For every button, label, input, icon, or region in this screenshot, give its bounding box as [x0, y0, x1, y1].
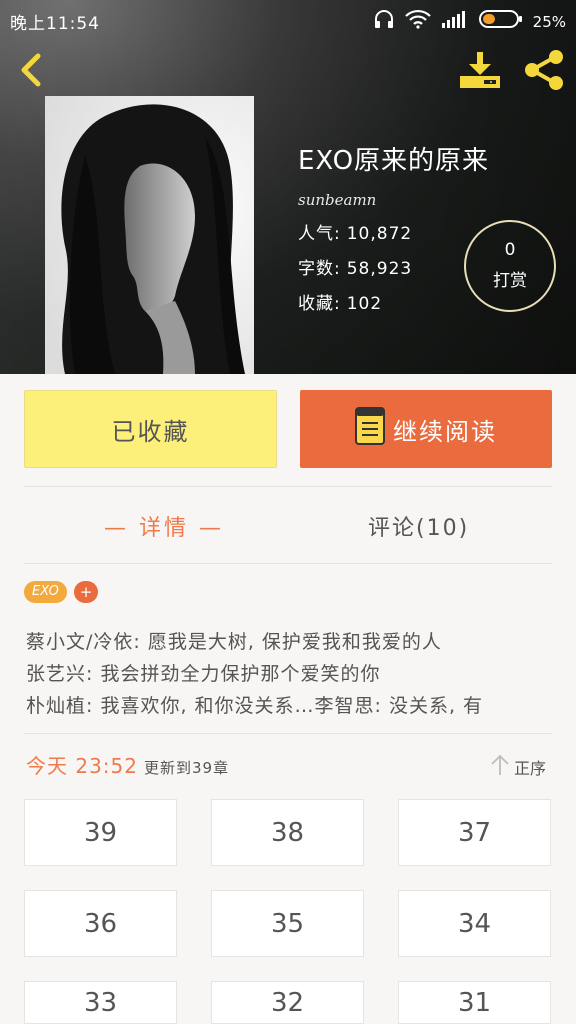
stat-popularity: 人气: 10,872 — [298, 219, 489, 244]
add-tag-button[interactable]: + — [74, 581, 98, 603]
update-time: 今天 23:52 — [26, 754, 138, 778]
stat-label: 人气: — [298, 224, 341, 244]
status-time: 晚上11:54 — [10, 14, 100, 34]
tab-detail[interactable]: — 详情 — — [104, 510, 224, 542]
chapter-button[interactable]: 31 — [398, 981, 551, 1024]
continue-reading-label: 继续阅读 — [393, 417, 497, 446]
chapter-button[interactable]: 39 — [24, 799, 177, 866]
chapter-button[interactable]: 34 — [398, 890, 551, 957]
share-button[interactable] — [522, 48, 566, 92]
update-info: 今天 23:52 更新到39章 — [26, 750, 229, 779]
book-cover-image — [45, 96, 254, 374]
download-button[interactable] — [458, 50, 502, 90]
tab-comments[interactable]: 评论(10) — [368, 510, 469, 542]
headphones-icon — [373, 8, 395, 35]
reward-button[interactable]: 0 打赏 — [464, 220, 556, 312]
chapter-button[interactable]: 38 — [211, 799, 364, 866]
reward-count: 0 — [504, 240, 516, 260]
battery-percent: 25% — [532, 12, 566, 31]
continue-reading-button[interactable]: 继续阅读 — [300, 390, 552, 468]
book-title: EXO原来的原来 — [298, 146, 490, 176]
wifi-icon — [404, 9, 431, 34]
sort-order-label: 正序 — [514, 759, 547, 778]
share-icon — [522, 50, 566, 96]
stat-value: 58,923 — [346, 259, 413, 279]
description-line: 朴灿植: 我喜欢你, 和你没关系…李智思: 没关系, 有 — [26, 695, 484, 717]
stat-label: 字数: — [298, 259, 341, 279]
book-description: 蔡小文/冷依: 愿我是大树, 保护爱我和我爱的人 张艺兴: 我会拼劲全力保护那个… — [26, 626, 556, 722]
stat-label: 收藏: — [298, 294, 341, 314]
divider — [24, 733, 552, 734]
reward-label: 打赏 — [493, 271, 527, 291]
stat-word-count: 字数: 58,923 — [298, 254, 489, 279]
stat-value: 10,872 — [346, 224, 413, 244]
status-bar: 晚上11:54 25% — [0, 0, 576, 40]
chapter-button[interactable]: 32 — [211, 981, 364, 1024]
back-button[interactable] — [14, 50, 54, 90]
book-icon — [355, 407, 385, 451]
battery-icon — [478, 9, 523, 34]
divider — [24, 486, 552, 487]
favorited-button[interactable]: 已收藏 — [24, 390, 277, 468]
chapter-button[interactable]: 36 — [24, 890, 177, 957]
stat-favorites: 收藏: 102 — [298, 289, 489, 314]
divider — [24, 563, 552, 564]
stat-value: 102 — [346, 294, 383, 314]
chapter-button[interactable]: 33 — [24, 981, 177, 1024]
chapter-button[interactable]: 35 — [211, 890, 364, 957]
sort-order-button[interactable]: 正序 — [490, 754, 546, 780]
description-line: 张艺兴: 我会拼劲全力保护那个爱笑的你 — [26, 663, 381, 685]
update-text: 更新到39章 — [144, 759, 230, 777]
tag-exo[interactable]: EXO — [24, 581, 67, 603]
arrow-up-icon — [490, 754, 510, 780]
download-icon — [458, 52, 502, 94]
book-author: sunbeamn — [298, 191, 377, 209]
chapter-button[interactable]: 37 — [398, 799, 551, 866]
signal-icon — [441, 10, 469, 33]
description-line: 蔡小文/冷依: 愿我是大树, 保护爱我和我爱的人 — [26, 631, 442, 653]
favorited-label: 已收藏 — [111, 417, 190, 446]
book-header: 晚上11:54 25% EXO原来的原来 sunbeamn 人气: 10,872… — [0, 0, 576, 374]
book-info: EXO原来的原来 sunbeamn 人气: 10,872 字数: 58,923 收藏… — [298, 140, 489, 314]
